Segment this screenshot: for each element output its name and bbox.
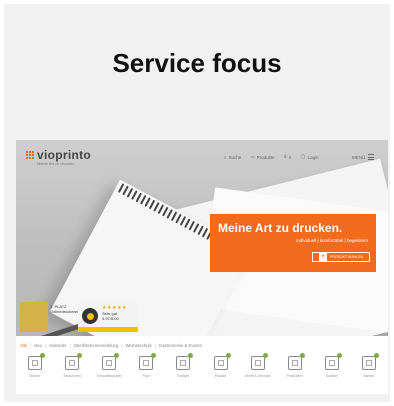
banner-subtitle: individuell | komfortabel | begeistern: [296, 238, 368, 243]
category-item[interactable]: Faltflyer: [168, 353, 198, 378]
products-icon: ▭: [250, 154, 255, 159]
hero-banner: Meine Art zu drucken. individuell | komf…: [210, 214, 376, 272]
plus-icon: +: [319, 253, 327, 261]
site-header: vioprinto Meine Art zu drucken ⌕ Suche ▭ P…: [16, 140, 388, 178]
envelope-icon: [250, 353, 268, 370]
category-item[interactable]: Plakate: [206, 353, 236, 378]
stationery-icon: [102, 353, 120, 370]
flyer-icon: [139, 353, 157, 370]
tab-finishing[interactable]: Oberflächenveredelung: [74, 343, 119, 348]
logo-text: vioprinto: [37, 148, 92, 162]
brochure-icon: [65, 353, 83, 370]
menu-button[interactable]: MENÜ: [352, 154, 375, 160]
hamburger-icon: [368, 154, 375, 160]
category-item[interactable]: Banner: [354, 353, 384, 378]
header-nav: ⌕ Suche ▭ Produkte ⊻ 0 ◯ Login: [224, 154, 318, 160]
nav-login[interactable]: ◯ Login: [300, 154, 318, 160]
hero-section: vioprinto Meine Art zu drucken ⌕ Suche ▭ P…: [16, 140, 388, 336]
category-item[interactable]: Geschäftspapier: [94, 353, 124, 378]
rating-text: Sehr gut 4.97/5.00: [102, 311, 119, 321]
folded-flyer-icon: [176, 353, 194, 370]
nav-search[interactable]: ⌕ Suche: [224, 154, 241, 160]
category-list: Bücher Broschüren Geschäftspapier Flyer …: [20, 353, 384, 378]
category-item[interactable]: Broschüren: [57, 353, 87, 378]
tab-new[interactable]: Neu: [34, 343, 42, 348]
page-title: Service focus: [112, 48, 282, 78]
user-icon: ◯: [300, 154, 306, 159]
site-logo[interactable]: vioprinto: [26, 148, 91, 162]
tab-signage[interactable]: Werbetechnik: [125, 343, 151, 348]
logo-tagline: Meine Art zu drucken: [37, 161, 75, 166]
search-icon: ⌕: [224, 154, 227, 160]
rating-footer: [78, 327, 138, 332]
book-icon: [28, 353, 45, 370]
sign-icon: [324, 353, 342, 370]
nav-products[interactable]: ▭ Produkte: [250, 154, 274, 160]
tab-all[interactable]: Alle: [20, 343, 27, 348]
category-item[interactable]: Bücher: [20, 353, 50, 378]
award-seal-icon: [20, 302, 48, 332]
banner-title: Meine Art zu drucken.: [218, 221, 343, 235]
category-item[interactable]: Schilder: [317, 353, 347, 378]
category-item[interactable]: Briefe & Stempel: [243, 353, 273, 378]
award-text: 1. PLATZ Onlinedruckerei: [50, 304, 79, 314]
logo-grid-icon: [26, 150, 35, 160]
category-item[interactable]: Postkarten: [280, 353, 310, 378]
category-tabs: Alle | Neu | Kalender | Oberflächenveredelu…: [20, 343, 202, 348]
rating-badge[interactable]: ★★★★★ Sehr gut 4.97/5.00: [78, 302, 138, 332]
cart-icon: ⊻: [283, 154, 287, 159]
tab-gastronomy[interactable]: Gastronomie & Events: [159, 343, 202, 348]
trust-badges: 1. PLATZ Onlinedruckerei ★★★★★ Sehr gut …: [16, 298, 146, 336]
postcard-icon: [287, 353, 305, 370]
website-screenshot: vioprinto Meine Art zu drucken ⌕ Suche ▭ P…: [16, 140, 388, 394]
tab-calendar[interactable]: Kalender: [49, 343, 66, 348]
rating-seal-icon: [82, 308, 98, 324]
service-card: Service focus vioprinto Meine Art zu dru…: [4, 4, 390, 402]
banner-icon: [361, 353, 379, 370]
poster-icon: [213, 353, 231, 370]
choose-product-button[interactable]: + PRODUKT WÄHLEN: [312, 252, 370, 262]
category-item[interactable]: Flyer: [131, 353, 161, 378]
nav-cart[interactable]: ⊻ 0: [284, 154, 292, 160]
